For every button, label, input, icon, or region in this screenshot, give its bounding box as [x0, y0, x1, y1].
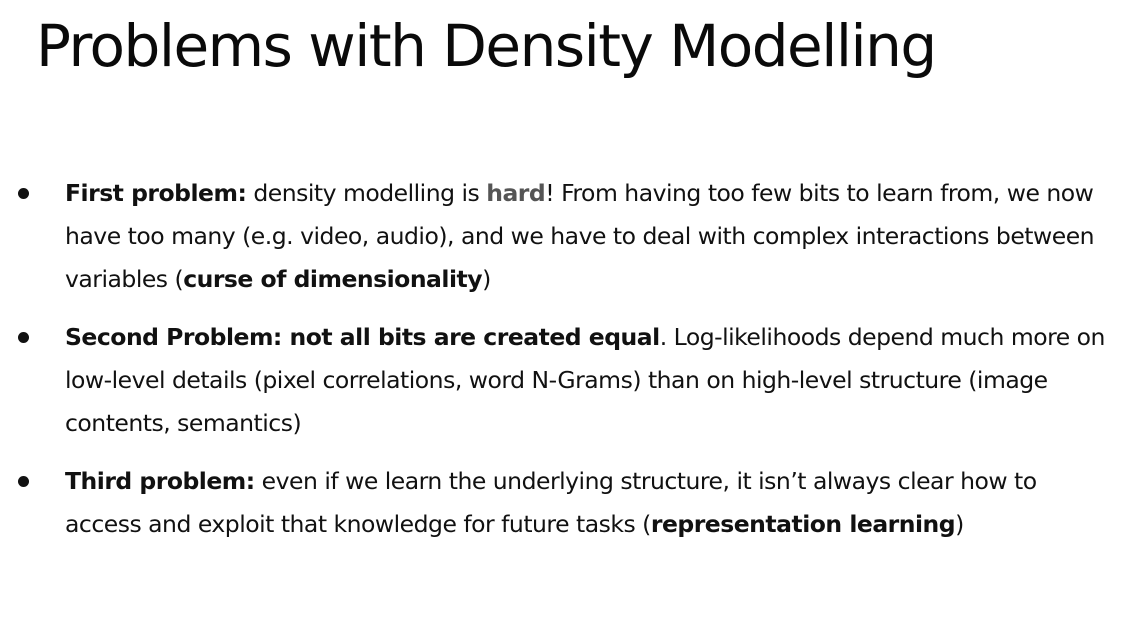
bullet-lead: Third problem: — [65, 467, 255, 495]
bullet-dot-icon — [18, 476, 29, 487]
bullet-emphasis-hard: hard — [486, 179, 546, 207]
bullet-text: density modelling is — [246, 179, 487, 207]
bullet-text: ) — [955, 510, 964, 538]
bullet-dot-icon — [18, 188, 29, 199]
slide-title: Problems with Density Modelling — [36, 12, 937, 80]
bullet-third-problem: Third problem: even if we learn the unde… — [18, 460, 1118, 546]
bullet-first-problem: First problem: density modelling is hard… — [18, 172, 1118, 301]
bullet-dot-icon — [18, 332, 29, 343]
bullet-emphasis: representation learning — [650, 510, 956, 538]
bullet-lead: Second Problem: not all bits are created… — [65, 323, 660, 351]
bullet-list: First problem: density modelling is hard… — [18, 172, 1118, 561]
bullet-lead: First problem: — [65, 179, 247, 207]
bullet-emphasis: curse of dimensionality — [183, 265, 483, 293]
bullet-text: ) — [482, 265, 491, 293]
slide: Problems with Density Modelling First pr… — [0, 0, 1130, 622]
bullet-second-problem: Second Problem: not all bits are created… — [18, 316, 1118, 445]
